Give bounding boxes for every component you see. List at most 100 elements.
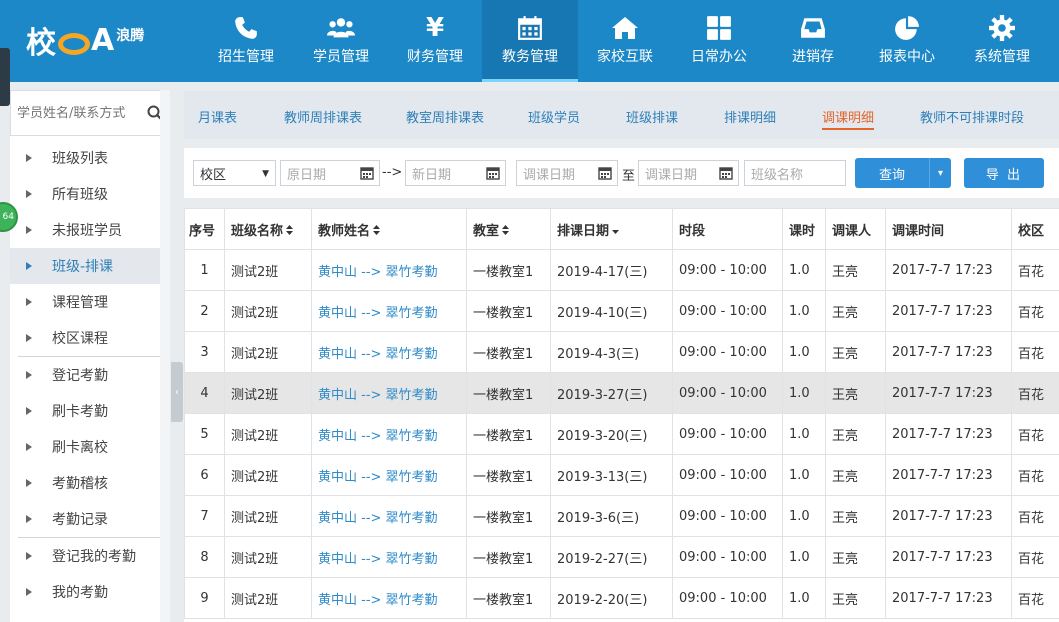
column-header-2[interactable]: 教师姓名	[311, 208, 467, 250]
query-button[interactable]: 查询 ▾	[855, 158, 951, 188]
column-header-3[interactable]: 教室	[466, 208, 551, 250]
subtab-0[interactable]: 月课表	[198, 107, 237, 126]
nav-item-7[interactable]: 报表中心	[860, 0, 954, 82]
teacher-change-link[interactable]: 黄中山 --> 翠竹考勤	[311, 577, 467, 619]
table-row[interactable]: 2 测试2班 黄中山 --> 翠竹考勤 一楼教室1 2019-4-10(三) 09:00 …	[184, 290, 1059, 332]
sidebar-item-6[interactable]: 登记考勤	[10, 357, 170, 393]
table-cell: 09:00 - 10:00	[672, 536, 783, 578]
teacher-change-link[interactable]: 黄中山 --> 翠竹考勤	[311, 372, 467, 414]
sidebar-item-7[interactable]: 刷卡考勤	[10, 393, 170, 429]
nav-item-3[interactable]: 教务管理	[482, 0, 578, 82]
teacher-change-link[interactable]: 黄中山 --> 翠竹考勤	[311, 249, 467, 291]
campus-select[interactable]: 校区 ▼	[193, 160, 276, 186]
nav-item-6[interactable]: 进销存	[766, 0, 860, 82]
new-date-input[interactable]: 新日期	[405, 160, 506, 186]
edge-tab[interactable]	[0, 48, 10, 106]
table-cell: 百花	[1011, 290, 1059, 332]
table-row[interactable]: 5 测试2班 黄中山 --> 翠竹考勤 一楼教室1 2019-3-20(三) 09:00 …	[184, 413, 1059, 455]
table-row[interactable]: 8 测试2班 黄中山 --> 翠竹考勤 一楼教室1 2019-2-27(三) 09:00 …	[184, 536, 1059, 578]
sidebar-item-2[interactable]: 未报班学员	[10, 212, 170, 248]
sidebar-item-label: 刷卡离校	[52, 440, 108, 456]
subtab-5[interactable]: 排课明细	[724, 107, 776, 126]
subtab-4[interactable]: 班级排课	[626, 107, 678, 126]
subtab-6[interactable]: 调课明细	[822, 107, 875, 130]
sidebar-collapse-handle[interactable]: ‹	[171, 362, 183, 422]
teacher-change-link[interactable]: 黄中山 --> 翠竹考勤	[311, 536, 467, 578]
sidebar-scrollbar[interactable]	[160, 90, 170, 622]
sidebar-item-label: 所有班级	[52, 187, 108, 203]
sidebar-item-label: 登记考勤	[52, 368, 108, 384]
nav-item-label: 教务管理	[502, 49, 558, 65]
caret-right-icon	[26, 443, 34, 451]
nav-item-1[interactable]: 学员管理	[294, 0, 388, 82]
sidebar-item-9[interactable]: 考勤稽核	[10, 465, 170, 501]
subtab-3[interactable]: 班级学员	[528, 107, 580, 126]
table-cell: 一楼教室1	[466, 249, 551, 291]
table-row[interactable]: 4 测试2班 黄中山 --> 翠竹考勤 一楼教室1 2019-3-27(三) 09:00 …	[184, 372, 1059, 414]
table-row[interactable]: 9 测试2班 黄中山 --> 翠竹考勤 一楼教室1 2019-2-20(三) 09:00 …	[184, 577, 1059, 619]
column-header-4[interactable]: 排课日期	[550, 208, 673, 250]
grid-icon	[705, 14, 733, 42]
table-cell: 1.0	[782, 413, 826, 455]
subtab-1[interactable]: 教师周排课表	[284, 107, 362, 126]
class-name-input[interactable]: 班级名称	[744, 160, 846, 186]
adjust-date-from-placeholder: 调课日期	[523, 167, 576, 183]
sidebar-item-label: 登记我的考勤	[52, 549, 136, 565]
sidebar-search	[10, 90, 170, 136]
teacher-change-link[interactable]: 黄中山 --> 翠竹考勤	[311, 290, 467, 332]
sidebar-item-8[interactable]: 刷卡离校	[10, 429, 170, 465]
sidebar-item-0[interactable]: 班级列表	[10, 140, 170, 176]
sort-icon[interactable]	[373, 224, 381, 238]
teacher-change-link[interactable]: 黄中山 --> 翠竹考勤	[311, 331, 467, 373]
teacher-change-link[interactable]: 黄中山 --> 翠竹考勤	[311, 495, 467, 537]
new-date-placeholder: 新日期	[412, 167, 452, 183]
nav-item-4[interactable]: 家校互联	[578, 0, 672, 82]
student-search-input[interactable]	[11, 105, 141, 121]
sort-icon[interactable]	[286, 224, 294, 238]
adjust-date-from-input[interactable]: 调课日期	[516, 160, 618, 186]
sidebar-item-3[interactable]: 班级-排课	[10, 248, 170, 284]
sort-desc-icon[interactable]	[612, 228, 620, 238]
table-cell: 2	[184, 290, 225, 332]
table-cell: 1.0	[782, 454, 826, 496]
sort-icon[interactable]	[502, 224, 510, 238]
table-cell: 百花	[1011, 331, 1059, 373]
export-button[interactable]: 导 出	[964, 158, 1044, 188]
adjust-date-to-input[interactable]: 调课日期	[638, 160, 739, 186]
sidebar: 班级列表所有班级未报班学员班级-排课课程管理校区课程登记考勤刷卡考勤刷卡离校考勤…	[10, 90, 170, 622]
sidebar-item-11[interactable]: 登记我的考勤	[10, 538, 170, 574]
app-logo[interactable]: 校 A 浪腾	[26, 18, 144, 62]
table-cell: 测试2班	[224, 372, 312, 414]
sidebar-item-1[interactable]: 所有班级	[10, 176, 170, 212]
nav-item-0[interactable]: 招生管理	[198, 0, 294, 82]
calendar-icon[interactable]	[360, 166, 374, 184]
table-cell: 2017-7-7 17:23	[885, 413, 1012, 455]
nav-item-2[interactable]: ¥ 财务管理	[388, 0, 482, 82]
table-row[interactable]: 6 测试2班 黄中山 --> 翠竹考勤 一楼教室1 2019-3-13(三) 09:00 …	[184, 454, 1059, 496]
table-row[interactable]: 3 测试2班 黄中山 --> 翠竹考勤 一楼教室1 2019-4-3(三) 09:00 -…	[184, 331, 1059, 373]
table-cell: 2017-7-7 17:23	[885, 331, 1012, 373]
column-header-1[interactable]: 班级名称	[224, 208, 312, 250]
original-date-input[interactable]: 原日期	[280, 160, 380, 186]
table-row[interactable]: 1 测试2班 黄中山 --> 翠竹考勤 一楼教室1 2019-4-17(三) 09:00 …	[184, 249, 1059, 291]
subtab-7[interactable]: 教师不可排课时段	[920, 107, 1024, 126]
calendar-icon[interactable]	[486, 166, 500, 184]
chevron-down-icon[interactable]: ▾	[929, 158, 951, 188]
table-cell: 测试2班	[224, 413, 312, 455]
sidebar-item-5[interactable]: 校区课程	[10, 320, 170, 356]
teacher-change-link[interactable]: 黄中山 --> 翠竹考勤	[311, 454, 467, 496]
teacher-change-link[interactable]: 黄中山 --> 翠竹考勤	[311, 413, 467, 455]
caret-right-icon	[26, 298, 34, 306]
nav-item-8[interactable]: 系统管理	[954, 0, 1050, 82]
subtab-2[interactable]: 教室周排课表	[406, 107, 484, 126]
nav-item-5[interactable]: 日常办公	[672, 0, 766, 82]
table-cell: 测试2班	[224, 249, 312, 291]
calendar-icon[interactable]	[719, 166, 733, 184]
sidebar-item-10[interactable]: 考勤记录	[10, 501, 170, 537]
table-row[interactable]: 7 测试2班 黄中山 --> 翠竹考勤 一楼教室1 2019-3-6(三) 09:00 -…	[184, 495, 1059, 537]
sidebar-item-4[interactable]: 课程管理	[10, 284, 170, 320]
sidebar-item-12[interactable]: 我的考勤	[10, 574, 170, 610]
column-header-label: 教室	[473, 223, 500, 239]
sidebar-item-label: 考勤稽核	[52, 476, 108, 492]
calendar-icon[interactable]	[598, 166, 612, 184]
